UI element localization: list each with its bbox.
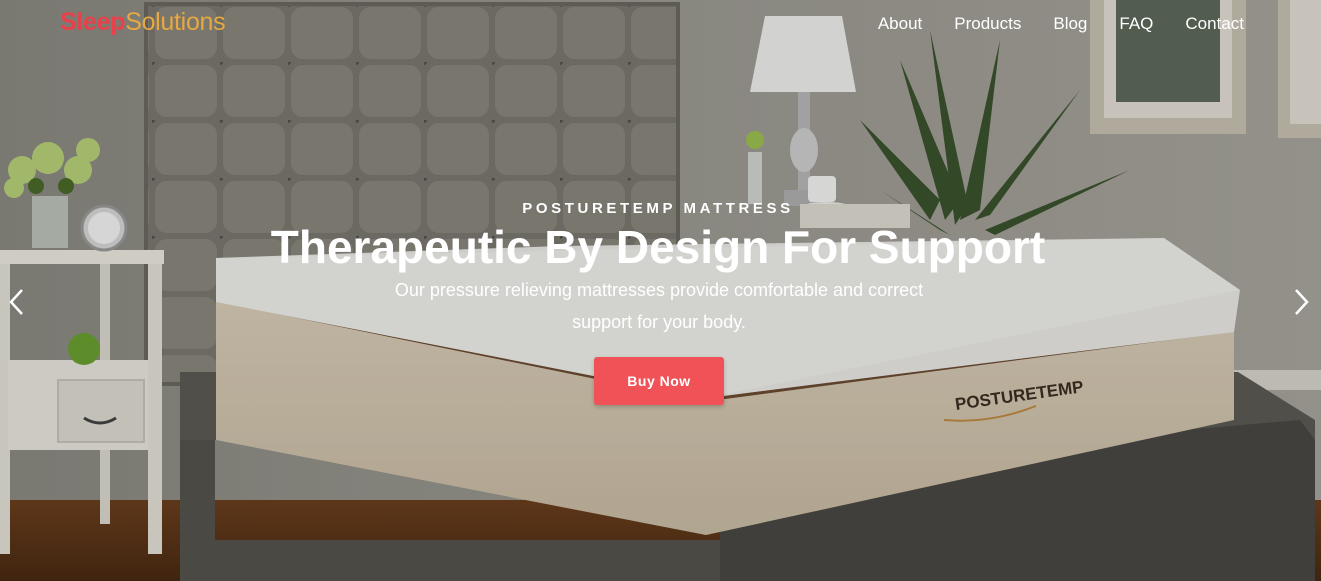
chevron-right-icon <box>1295 289 1309 315</box>
hero-subtext: Our pressure relieving mattresses provid… <box>355 274 963 338</box>
hero-subtext-line-2: support for your body. <box>572 312 746 332</box>
hero-headline: Therapeutic By Design For Support <box>270 221 1046 273</box>
chevron-left-icon <box>9 289 23 315</box>
slider-prev-button[interactable] <box>4 284 28 320</box>
hero-eyebrow: POSTURETEMP MATTRESS <box>522 200 794 217</box>
hero-subtext-line-1: Our pressure relieving mattresses provid… <box>394 280 924 300</box>
hero-content: POSTURETEMP MATTRESS Therapeutic By Desi… <box>0 0 1321 581</box>
buy-now-button[interactable]: Buy Now <box>594 357 724 405</box>
hero-slider: POSTURETEMP SleepSolutions About Product… <box>0 0 1321 581</box>
slider-next-button[interactable] <box>1290 284 1314 320</box>
